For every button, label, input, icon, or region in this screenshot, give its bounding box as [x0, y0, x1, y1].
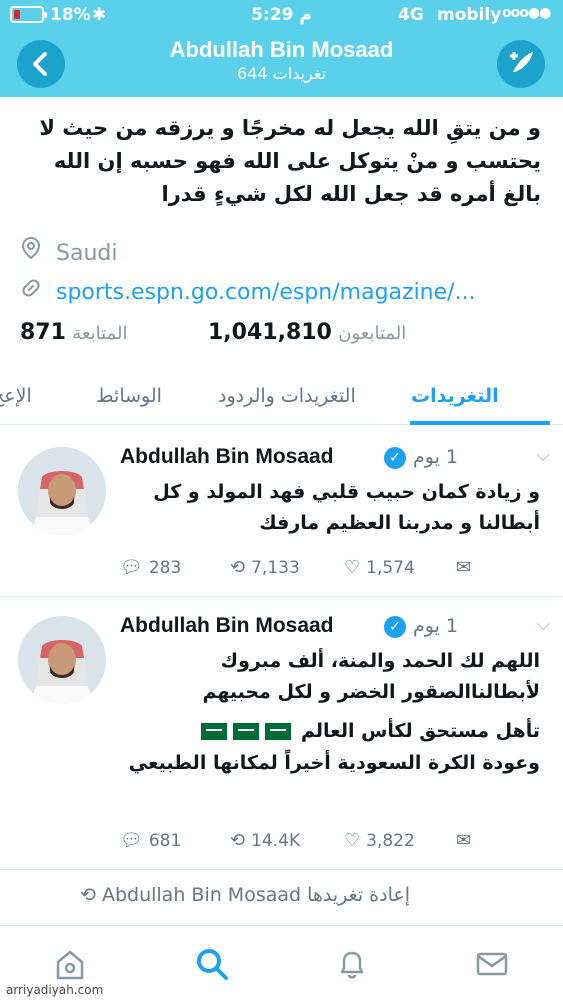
retweet-notice: ⟲ Abdullah Bin Mosaad إعادة تغريدها — [80, 884, 410, 906]
profile-header: 18% ✱ 5:29 م 4G mobily ooo●● Abdullah Bi… — [0, 0, 563, 97]
saudi-flag-icon — [233, 723, 260, 740]
saudi-flag-icon — [201, 723, 228, 740]
retweet-count: 7,133 — [251, 558, 300, 578]
tab-tweets[interactable]: التغريدات — [411, 385, 499, 407]
chevron-down-icon[interactable]: ⌵ — [536, 445, 550, 466]
tweet-time: 1 يوم — [413, 615, 459, 637]
reply-button[interactable]: 💬︎ 681 — [120, 830, 181, 851]
profile-tabs: الإعج الوسائط التغريدات والردود التغريدا… — [0, 371, 563, 425]
following-count[interactable]: المتابعة 871 — [20, 320, 127, 345]
tweet-author-name[interactable]: Abdullah Bin Mosaad — [120, 445, 334, 469]
link-icon — [20, 277, 44, 305]
envelope-icon — [476, 952, 508, 976]
tweet-card[interactable]: Abdullah Bin Mosaad ✓ 1 يوم ⌵ و زيادة كم… — [0, 431, 563, 597]
retweet-count: 14.4K — [251, 831, 301, 851]
direct-message-button[interactable]: ✉ — [456, 830, 477, 851]
retweet-button[interactable]: ⟲ 14.4K — [230, 830, 300, 851]
tab-media[interactable]: الوسائط — [96, 385, 162, 407]
retweet-icon: ⟲ — [230, 830, 246, 851]
follow-counts: المتابعة 871 المتابعون 1,041,810 — [20, 320, 540, 354]
bell-icon — [340, 951, 364, 979]
verified-badge-icon: ✓ — [384, 447, 406, 469]
avatar[interactable] — [18, 447, 106, 535]
like-button[interactable]: ♡ 1,574 — [344, 557, 415, 578]
nav-home[interactable] — [50, 944, 90, 984]
heart-icon: ♡ — [344, 557, 361, 578]
home-icon — [56, 950, 84, 980]
avatar[interactable] — [18, 616, 106, 704]
active-tab-indicator — [410, 421, 550, 425]
profile-bio: و من يتقِ الله يجعل له مخرجًا و يرزقه من… — [39, 116, 541, 206]
envelope-icon: ✉ — [456, 830, 472, 851]
tweet-actions: 💬︎ 283 ⟲ 7,133 ♡ 1,574 ✉ — [120, 557, 540, 585]
tweet-header: Abdullah Bin Mosaad ✓ 1 يوم ⌵ — [120, 614, 550, 644]
tweet-author-name[interactable]: Abdullah Bin Mosaad — [120, 614, 334, 638]
nav-notifications[interactable] — [332, 944, 372, 984]
followers-label: المتابعون — [338, 323, 407, 344]
search-icon — [197, 949, 228, 980]
network-type: 4G — [398, 5, 424, 25]
feather-plus-icon — [510, 52, 533, 72]
profile-link[interactable]: sports.espn.go.com/espn/magazine/... — [20, 277, 476, 305]
following-label: المتابعة — [72, 323, 128, 344]
link-text[interactable]: sports.espn.go.com/espn/magazine/... — [56, 280, 476, 305]
watermark: arriyadiyah.com — [6, 983, 104, 997]
saudi-flag-icon — [265, 723, 292, 740]
retweet-notice-text: Abdullah Bin Mosaad إعادة تغريدها — [101, 884, 410, 906]
reply-count: 283 — [148, 558, 182, 578]
profile-location: Saudi — [20, 236, 117, 266]
reply-icon: 💬︎ — [120, 830, 143, 851]
header-title: Abdullah Bin Mosaad — [169, 37, 394, 62]
envelope-icon: ✉ — [456, 557, 472, 578]
retweet-small-icon: ⟲ — [80, 884, 96, 906]
tweet-header: Abdullah Bin Mosaad ✓ 1 يوم ⌵ — [120, 445, 550, 475]
tweet-actions: 💬︎ 681 ⟲ 14.4K ♡ 3,822 ✉ — [120, 830, 540, 858]
tweet-text-line-2: تأهل مستحق لكأس العالم — [120, 716, 540, 747]
following-number: 871 — [20, 320, 66, 345]
header-tweet-count: 644 تغريدات — [237, 64, 326, 83]
reply-count: 681 — [148, 831, 182, 851]
tweet-card[interactable]: Abdullah Bin Mosaad ✓ 1 يوم ⌵ اللهم لك ا… — [0, 600, 563, 870]
nav-messages[interactable] — [472, 944, 512, 984]
tweet-text-line-1: اللهم لك الحمد والمنة، ألف مبروك لأبطالن… — [202, 650, 540, 703]
reply-icon: 💬︎ — [120, 557, 143, 578]
compose-tweet-button[interactable] — [497, 40, 545, 88]
tweet-text-line-3: وعودة الكرة السعودية أخيراً لمكانها الطب… — [128, 752, 540, 774]
location-text: Saudi — [56, 241, 118, 266]
like-count: 1,574 — [366, 558, 415, 578]
retweet-button[interactable]: ⟲ 7,133 — [230, 557, 300, 578]
tweet-text: و زيادة كمان حبيب قلبي فهد المولد و كل أ… — [153, 481, 540, 534]
reply-button[interactable]: 💬︎ 283 — [120, 557, 181, 578]
chevron-down-icon[interactable]: ⌵ — [536, 614, 550, 635]
verified-badge-icon: ✓ — [384, 616, 406, 638]
tab-likes[interactable]: الإعج — [0, 385, 32, 407]
heart-icon: ♡ — [344, 830, 361, 851]
followers-number: 1,041,810 — [208, 320, 332, 345]
followers-count[interactable]: المتابعون 1,041,810 — [208, 320, 406, 345]
signal-icon: ooo●● — [502, 5, 551, 21]
like-button[interactable]: ♡ 3,822 — [344, 830, 415, 851]
like-count: 3,822 — [366, 831, 415, 851]
nav-search[interactable] — [192, 944, 232, 984]
tweet-time: 1 يوم — [413, 446, 459, 468]
status-bar: 18% ✱ 5:29 م 4G mobily ooo●● — [0, 0, 563, 32]
carrier-name: mobily — [437, 5, 502, 25]
tab-tweets-replies[interactable]: التغريدات والردود — [218, 385, 356, 407]
direct-message-button[interactable]: ✉ — [456, 557, 477, 578]
location-pin-icon — [20, 236, 44, 266]
retweet-icon: ⟲ — [230, 557, 246, 578]
tweet-text-qualified: تأهل مستحق لكأس العالم — [301, 720, 540, 742]
